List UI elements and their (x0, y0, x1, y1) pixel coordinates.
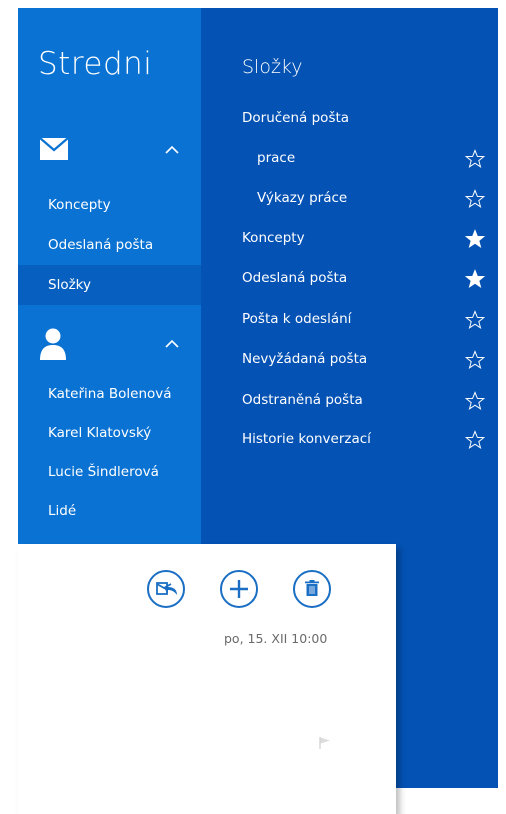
folder-label: Historie konverzací (242, 431, 371, 447)
folder-label: Odstraněná pošta (242, 392, 363, 408)
nav-item-koncepty[interactable]: Koncepty (18, 185, 201, 225)
nav-item-label: Složky (48, 277, 91, 293)
navigation-pane: Stredni Koncepty Odeslaná pošta Složky K… (18, 8, 201, 544)
message-reading-pane: po, 15. XII 10:00 (18, 544, 396, 814)
nav-item-label: Kateřina Bolenová (48, 386, 172, 402)
flag-icon[interactable] (318, 736, 332, 750)
folder-row[interactable]: Odstraněná pošta (201, 380, 498, 420)
folder-row[interactable]: Historie konverzací (201, 419, 498, 459)
star-outline-icon[interactable] (465, 310, 485, 330)
folder-row[interactable]: Pošta k odeslání (201, 299, 498, 339)
folders-title: Složky (242, 56, 303, 78)
folder-label: Výkazy práce (257, 190, 348, 206)
folder-label: Nevyžádaná pošta (242, 351, 368, 367)
nav-item-label: Odeslaná pošta (48, 237, 154, 253)
nav-item-contact[interactable]: Lucie Šindlerová (18, 452, 201, 492)
star-outline-icon[interactable] (465, 350, 485, 370)
reply-all-button[interactable] (146, 569, 186, 609)
folder-row[interactable]: Odeslaná pošta (201, 258, 498, 298)
person-icon (40, 328, 66, 360)
folder-label: Doručená pošta (242, 110, 350, 126)
nav-item-label: Lidé (48, 503, 77, 519)
reply-icon (156, 582, 177, 595)
trash-icon (305, 580, 319, 596)
folder-label: Pošta k odeslání (242, 311, 352, 327)
folder-row[interactable]: Koncepty (201, 218, 498, 258)
folder-label: Koncepty (242, 230, 305, 246)
nav-item-odeslana-posta[interactable]: Odeslaná pošta (18, 225, 201, 265)
message-timestamp: po, 15. XII 10:00 (224, 631, 328, 646)
folder-label: prace (257, 150, 296, 166)
folder-row[interactable]: prace (201, 138, 498, 178)
chevron-up-icon[interactable] (164, 142, 180, 158)
star-outline-icon[interactable] (465, 189, 485, 209)
nav-item-contact[interactable]: Karel Klatovský (18, 413, 201, 453)
folder-row[interactable]: Nevyžádaná pošta (201, 339, 498, 379)
nav-item-contact[interactable]: Kateřina Bolenová (18, 374, 201, 414)
nav-item-slozky[interactable]: Složky (18, 265, 201, 305)
new-message-button[interactable] (219, 569, 259, 609)
star-filled-icon[interactable] (465, 229, 485, 249)
mail-section-header[interactable] (18, 130, 201, 170)
folder-row[interactable]: Doručená pošta (201, 98, 498, 138)
star-outline-icon[interactable] (465, 391, 485, 411)
star-outline-icon[interactable] (465, 149, 485, 169)
nav-item-label: Karel Klatovský (48, 425, 152, 441)
folder-label: Odeslaná pošta (242, 270, 348, 286)
people-section-header[interactable] (18, 326, 201, 366)
nav-item-lide[interactable]: Lidé (18, 491, 201, 531)
chevron-up-icon[interactable] (164, 336, 180, 352)
plus-icon (230, 580, 248, 598)
account-title: Stredni (38, 46, 153, 82)
star-outline-icon[interactable] (465, 430, 485, 450)
nav-item-label: Lucie Šindlerová (48, 464, 159, 480)
mail-icon (40, 138, 68, 160)
nav-item-label: Koncepty (48, 197, 111, 213)
delete-button[interactable] (292, 569, 332, 609)
folder-row[interactable]: Výkazy práce (201, 178, 498, 218)
star-filled-icon[interactable] (465, 269, 485, 289)
